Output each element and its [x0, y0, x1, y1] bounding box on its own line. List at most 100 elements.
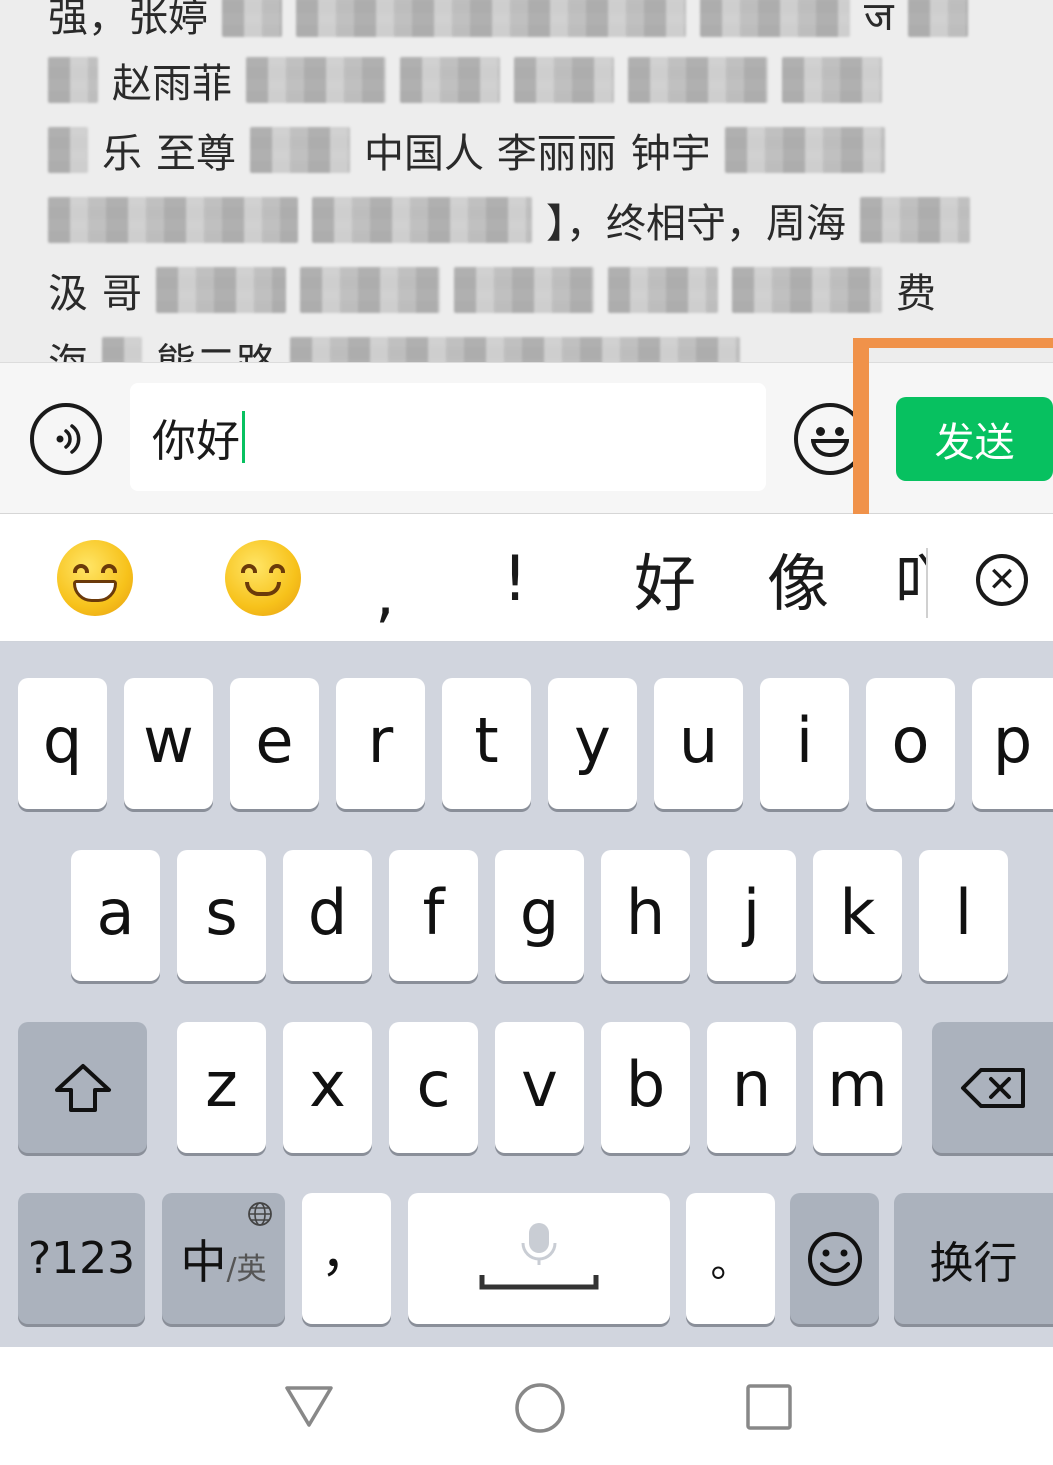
pixelated-block [300, 267, 440, 313]
key-m[interactable]: m [813, 1022, 902, 1153]
pixelated-block [732, 267, 882, 313]
chat-line: 】，终相守，周海 [48, 192, 1023, 248]
space-key[interactable] [408, 1193, 670, 1324]
key-l[interactable]: l [919, 850, 1008, 981]
key-g[interactable]: g [495, 850, 584, 981]
key-y[interactable]: y [548, 678, 637, 809]
pixelated-block [156, 267, 286, 313]
pixelated-block [296, 0, 686, 37]
key-t[interactable]: t [442, 678, 531, 809]
key-s[interactable]: s [177, 850, 266, 981]
shift-key[interactable] [18, 1022, 147, 1153]
key-n[interactable]: n [707, 1022, 796, 1153]
close-icon: ✕ [987, 560, 1017, 600]
back-triangle-icon[interactable] [284, 1385, 334, 1429]
key-k[interactable]: k [813, 850, 902, 981]
input-value: 你好 [152, 416, 240, 467]
key-r[interactable]: r [336, 678, 425, 809]
key-d[interactable]: d [283, 850, 372, 981]
pixelated-block [608, 267, 718, 313]
numbers-key[interactable]: ?123 [18, 1193, 145, 1324]
candidate-close-button[interactable]: ✕ [976, 554, 1028, 606]
chat-text: 赵雨菲 [112, 61, 232, 107]
chat-text: 海 [48, 331, 88, 362]
candidate-item[interactable]: 好 [625, 514, 705, 642]
ime-candidate-bar: , ! 好 像 吖 [0, 514, 1053, 642]
chat-text: ज [864, 0, 894, 40]
chat-text: 强，张婷 [48, 0, 208, 41]
smiling-face-icon [225, 540, 301, 616]
grinning-face-icon [57, 540, 133, 616]
key-v[interactable]: v [495, 1022, 584, 1153]
key-f[interactable]: f [389, 850, 478, 981]
chat-text: 至尊 [156, 131, 236, 177]
pixelated-block [290, 337, 740, 362]
key-j[interactable]: j [707, 850, 796, 981]
pixelated-block [454, 267, 594, 313]
key-w[interactable]: w [124, 678, 213, 809]
candidate-emoji-smile[interactable] [218, 514, 308, 642]
chat-line: 强，张婷 ज [48, 0, 1023, 42]
emoji-button[interactable] [794, 403, 866, 475]
pixelated-block [700, 0, 850, 37]
voice-icon [56, 424, 81, 454]
message-input-bar: 你好 发送 [0, 362, 1053, 514]
key-a[interactable]: a [71, 850, 160, 981]
key-e[interactable]: e [230, 678, 319, 809]
key-o[interactable]: o [866, 678, 955, 809]
pixelated-block [724, 127, 885, 173]
chat-line: 汲 哥 费 [48, 262, 1023, 318]
pixelated-block [102, 337, 142, 362]
candidate-item[interactable]: 吖 [895, 514, 927, 642]
key-x[interactable]: x [283, 1022, 372, 1153]
text-caret [242, 411, 245, 463]
candidate-divider [926, 548, 928, 618]
recents-square-icon[interactable] [746, 1384, 792, 1430]
emoji-icon [811, 439, 849, 457]
soft-keyboard: q w e r t y u i o p a s d f g h j k l z … [0, 642, 1053, 1347]
enter-key[interactable]: 换行 [894, 1193, 1053, 1324]
comma-key[interactable]: ， [302, 1193, 391, 1324]
pixelated-block [514, 57, 614, 103]
candidate-item[interactable]: ! [475, 514, 555, 642]
period-key[interactable]: 。 [686, 1193, 775, 1324]
pixelated-block [628, 57, 768, 103]
home-circle-icon[interactable] [514, 1382, 566, 1434]
key-u[interactable]: u [654, 678, 743, 809]
system-navigation-bar [0, 1347, 1053, 1465]
pixelated-block [782, 57, 882, 103]
emoji-icon [835, 427, 844, 436]
key-z[interactable]: z [177, 1022, 266, 1153]
chat-line: 乐 至尊 中国人 李丽丽 钟宇 [48, 122, 1023, 178]
key-p[interactable]: p [972, 678, 1053, 809]
chat-line: 赵雨菲 [48, 52, 1023, 108]
key-b[interactable]: b [601, 1022, 690, 1153]
key-c[interactable]: c [389, 1022, 478, 1153]
pixelated-block [48, 197, 298, 243]
pixelated-block [400, 57, 500, 103]
chat-text: 哥 [102, 271, 142, 317]
backspace-icon [960, 1067, 1025, 1108]
emoji-key[interactable] [790, 1193, 879, 1324]
key-i[interactable]: i [760, 678, 849, 809]
lang-main-label: 中 [180, 1234, 227, 1289]
pixelated-block [250, 127, 350, 173]
microphone-icon [479, 1222, 599, 1289]
send-button[interactable]: 发送 [896, 397, 1053, 481]
key-h[interactable]: h [601, 850, 690, 981]
candidate-item[interactable]: , [345, 514, 425, 642]
message-text-input[interactable]: 你好 [130, 383, 766, 491]
key-q[interactable]: q [18, 678, 107, 809]
pixelated-block [48, 57, 98, 103]
voice-input-button[interactable] [30, 403, 102, 475]
candidate-item[interactable]: 像 [758, 514, 838, 642]
language-switch-key[interactable]: 中 /英 [162, 1193, 285, 1324]
pixelated-block [907, 0, 968, 37]
shift-arrow-icon [54, 1063, 111, 1112]
pixelated-block [312, 197, 532, 243]
candidate-emoji-grin[interactable] [50, 514, 140, 642]
pixelated-block [246, 57, 386, 103]
pixelated-block [222, 0, 282, 37]
backspace-key[interactable] [932, 1022, 1053, 1153]
chat-text: 钟宇 [630, 131, 711, 177]
